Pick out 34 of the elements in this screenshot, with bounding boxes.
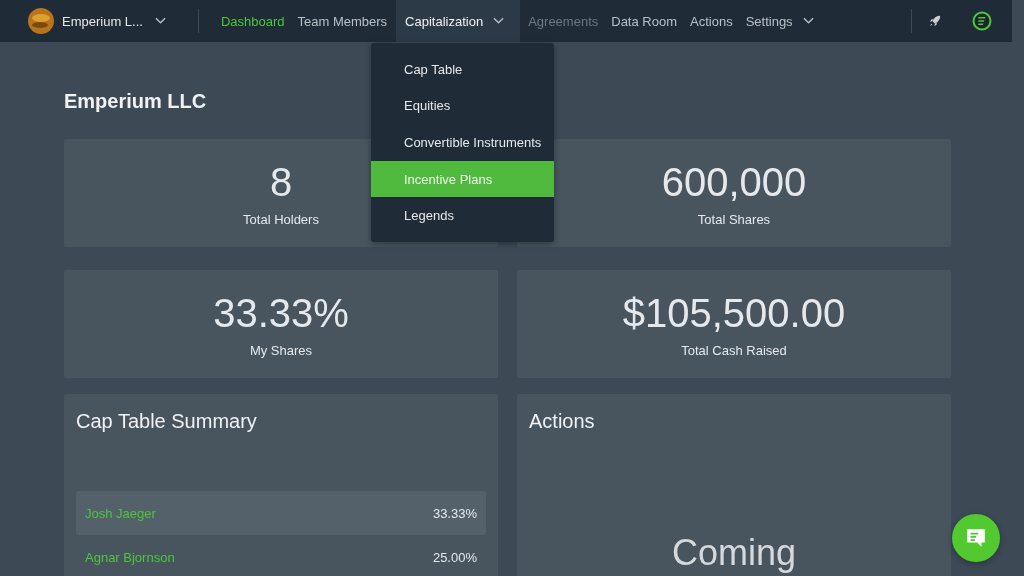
caret-icon: [154, 17, 166, 25]
card-title: Actions: [529, 410, 596, 433]
nav-tab[interactable]: Capitalization: [396, 0, 521, 42]
nav-tab[interactable]: Data Room: [607, 0, 686, 42]
nav-tab[interactable]: Settings: [741, 0, 823, 42]
menu-item[interactable]: Equities: [371, 87, 554, 125]
coming-text: Coming: [671, 532, 797, 574]
card-title: Cap Table Summary: [76, 410, 258, 433]
stat-label: Total Shares: [697, 211, 771, 227]
stat-value: $105,500.00: [622, 290, 846, 335]
holder-name[interactable]: Agnar Bjornson: [85, 549, 175, 565]
stat-label: My Shares: [249, 342, 313, 358]
holder-row[interactable]: Agnar Bjornson 25.00%: [76, 535, 486, 576]
user-logo-icon[interactable]: [972, 11, 992, 31]
avatar-icon: [28, 8, 54, 34]
menu-item[interactable]: Cap Table: [371, 51, 554, 88]
chat-button[interactable]: [952, 514, 1000, 562]
stat-label: Total Cash Raised: [681, 342, 787, 358]
nav-tab[interactable]: Dashboard: [216, 0, 294, 42]
organization-title: Emperium LLC: [64, 90, 207, 113]
stat-value: 33.33%: [213, 290, 349, 335]
holder-percent: 25.00%: [432, 549, 477, 565]
nav-tab[interactable]: Team Members: [293, 0, 397, 42]
rocket-icon[interactable]: [928, 14, 942, 28]
stat-label: Total Holders: [243, 211, 319, 227]
nav-tab[interactable]: Actions: [686, 0, 742, 42]
holder-percent: 33.33%: [432, 505, 477, 521]
menu-item[interactable]: Convertible Instruments: [371, 124, 554, 161]
organization-switcher[interactable]: Emperium L...: [62, 13, 166, 29]
menu-item[interactable]: Legends: [371, 197, 554, 234]
chat-icon: [965, 527, 987, 549]
stat-value: 8: [269, 159, 293, 204]
holder-row[interactable]: Josh Jaeger 33.33%: [76, 491, 486, 535]
stat-value: 600,000: [661, 159, 807, 204]
